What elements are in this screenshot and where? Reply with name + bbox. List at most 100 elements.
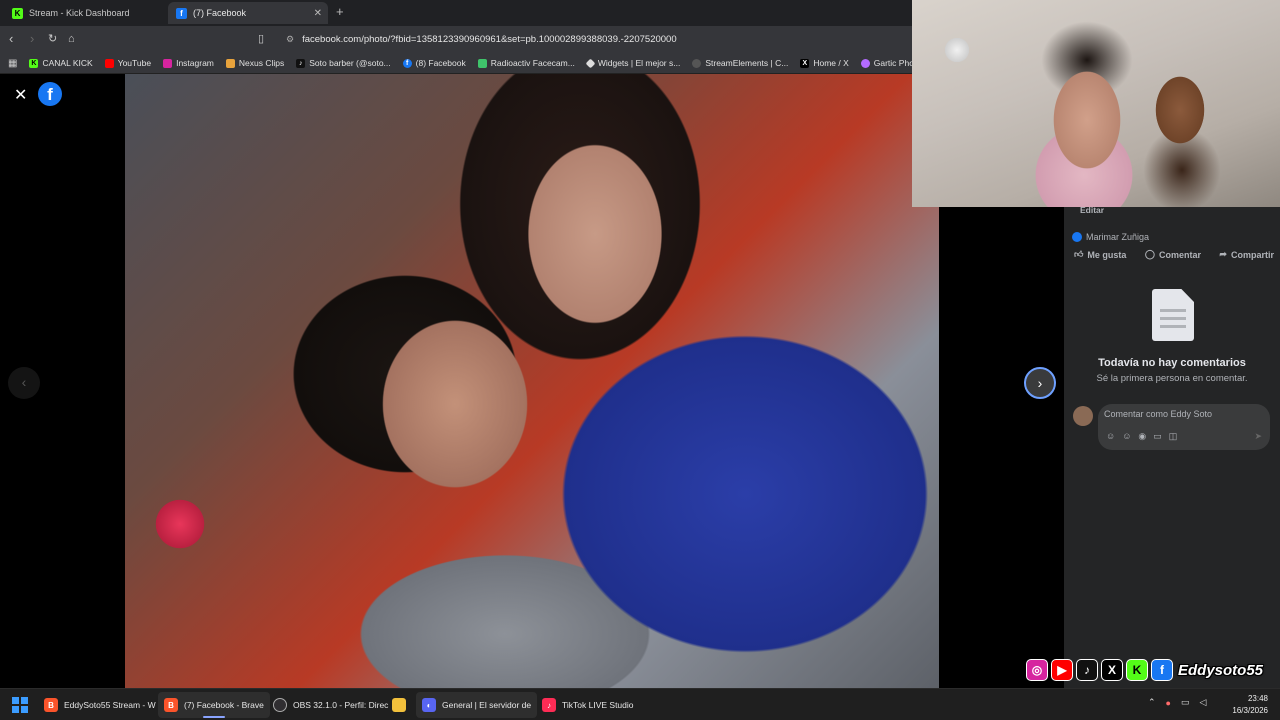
instagram-icon [163,58,173,68]
facebook-icon: f [1151,659,1173,681]
social-handle-strip: ◎ ▶ ♪ X K f Eddysoto55 [1026,656,1280,684]
taskbar-label: TikTok LIVE Studio [562,700,634,710]
microphone-icon[interactable]: ● [1166,698,1171,708]
clock[interactable]: 23:48 16/3/2026 [1226,693,1268,717]
bookmarks-bar: ▦ K CANAL KICK YouTube Instagram Nexus Cl… [0,53,912,74]
forward-icon[interactable]: › [30,32,34,46]
facebook-logo-icon[interactable]: f [38,82,62,106]
taskbar-item[interactable] [386,692,412,718]
browser-tab-bar: K Stream - Kick Dashboard f (7) Facebook… [0,0,912,26]
bookmark-item[interactable]: Widgets | El mejor s... [581,58,687,68]
taskbar-item[interactable]: B EddySoto55 Stream - W [38,692,162,718]
network-icon[interactable]: ▭ [1181,697,1190,708]
brave-icon: B [44,698,58,712]
thumbs-up-icon: 👍︎ [1074,249,1084,259]
like-reaction-icon [1072,232,1082,242]
clock-time: 23:48 [1247,694,1268,703]
close-tab-icon[interactable]: ✕ [314,8,322,19]
comment-input[interactable]: Comentar como Eddy Soto ☺☺◉▭◫ ➤ [1098,404,1270,450]
comments-panel: Editar Marimar Zuñiga 👍︎ Me gusta ◯ Coment… [1064,205,1280,688]
x-icon: X [1101,659,1123,681]
emoji-icon[interactable]: ☺ [1122,431,1138,441]
apps-icon[interactable]: ▦ [0,58,23,69]
site-info-icon[interactable]: ⚙ [286,34,294,45]
taskbar-label: EddySoto55 Stream - W [64,700,156,710]
home-icon[interactable]: ⌂ [68,32,75,46]
bookmark-item[interactable]: StreamElements | C... [686,58,794,68]
x-icon: X [800,58,810,68]
camera-icon[interactable]: ◉ [1138,431,1153,441]
bookmark-label: YouTube [117,58,152,68]
taskbar-item[interactable]: OBS 32.1.0 - Perfil: Direc [267,692,394,718]
no-comments-subtitle: Sé la primera persona en comentar. [1096,373,1248,384]
reload-icon[interactable]: ↻ [48,32,57,46]
bookmark-label: Nexus Clips [238,58,285,68]
reactions-row[interactable]: Marimar Zuñiga [1072,232,1149,242]
volume-icon[interactable]: ◁ [1200,697,1207,708]
previous-photo-button[interactable]: ‹ [8,367,40,399]
photo-image [125,74,939,688]
tab-kick-dashboard[interactable]: K Stream - Kick Dashboard [4,2,168,24]
bookmark-item[interactable]: K CANAL KICK [23,58,98,68]
bookmark-item[interactable]: Gartic Phone - Tele [855,58,912,68]
instagram-icon: ◎ [1026,659,1048,681]
share-button[interactable]: ➦ Compartir [1219,249,1274,260]
comment-tools: ☺☺◉▭◫ [1106,431,1184,442]
bookmark-icon[interactable]: ▯ [258,32,264,46]
taskbar-item[interactable]: B (7) Facebook - Brave [158,692,270,718]
bookmark-item[interactable]: X Home / X [794,58,854,68]
share-label: Compartir [1230,249,1274,260]
facebook-icon: f [402,58,412,68]
bookmark-label: Radioactiv Facecam... [490,58,575,68]
post-actions: 👍︎ Me gusta ◯ Comentar ➦ Compartir [1074,249,1274,260]
bookmark-item[interactable]: YouTube [99,58,157,68]
avatar-sticker-icon[interactable]: ☺ [1106,431,1122,441]
gartic-icon [860,58,870,68]
tiktok-icon: ♪ [1076,659,1098,681]
bookmark-item[interactable]: Instagram [157,58,220,68]
address-bar[interactable]: ⚙ facebook.com/photo/?fbid=1358123390960… [282,30,902,49]
widgets-icon [585,58,596,68]
url-text: facebook.com/photo/?fbid=135812339096096… [302,34,677,45]
bookmark-item[interactable]: f (8) Facebook [397,58,472,68]
taskbar-label: (7) Facebook - Brave [184,700,264,710]
bookmark-item[interactable]: Nexus Clips [220,58,290,68]
youtube-icon [104,58,114,68]
webcam-overlay [912,0,1280,207]
kick-icon: K [12,7,23,19]
tab-facebook[interactable]: f (7) Facebook ✕ [168,2,328,24]
bookmark-item[interactable]: ♪ Soto barber (@soto... [290,58,396,68]
back-icon[interactable]: ‹ [9,32,13,46]
taskbar-item[interactable]: ◐ General | El servidor de [416,692,538,718]
new-tab-button[interactable]: + [336,4,344,19]
close-icon[interactable]: ✕ [14,85,27,105]
avatar[interactable] [1073,406,1093,426]
tiktok-icon: ♪ [542,698,556,712]
taskbar-item[interactable]: ♪ TikTok LIVE Studio [536,692,640,718]
youtube-icon: ▶ [1051,659,1073,681]
gif-icon[interactable]: ▭ [1153,431,1169,441]
share-icon: ➦ [1219,249,1227,259]
bookmark-label: Soto barber (@soto... [309,58,391,68]
sticker-icon[interactable]: ◫ [1169,431,1185,441]
reaction-name: Marimar Zuñiga [1086,232,1150,242]
bookmark-label: Gartic Phone - Tele [873,58,912,68]
facebook-icon: f [176,7,187,19]
streamer-handle: Eddysoto55 [1178,661,1264,679]
send-icon[interactable]: ➤ [1254,431,1262,442]
brave-icon: B [164,698,178,712]
next-photo-button[interactable]: › [1024,367,1056,399]
bookmark-label: Widgets | El mejor s... [597,58,681,68]
bookmark-item[interactable]: Radioactiv Facecam... [472,58,581,68]
windows-start-icon[interactable] [12,697,28,713]
no-comments-title: Todavía no hay comentarios [1098,357,1246,369]
obs-icon [273,698,287,712]
comment-placeholder: Comentar como Eddy Soto [1104,409,1213,419]
like-button[interactable]: 👍︎ Me gusta [1074,249,1126,260]
taskbar: B EddySoto55 Stream - W B (7) Facebook -… [0,688,1280,720]
comment-button[interactable]: ◯ Comentar [1145,249,1201,260]
streamelements-icon [692,58,702,68]
kick-icon: K [29,58,39,68]
bookmark-label: StreamElements | C... [705,58,789,68]
chevron-up-icon[interactable]: ⌃ [1148,697,1156,708]
